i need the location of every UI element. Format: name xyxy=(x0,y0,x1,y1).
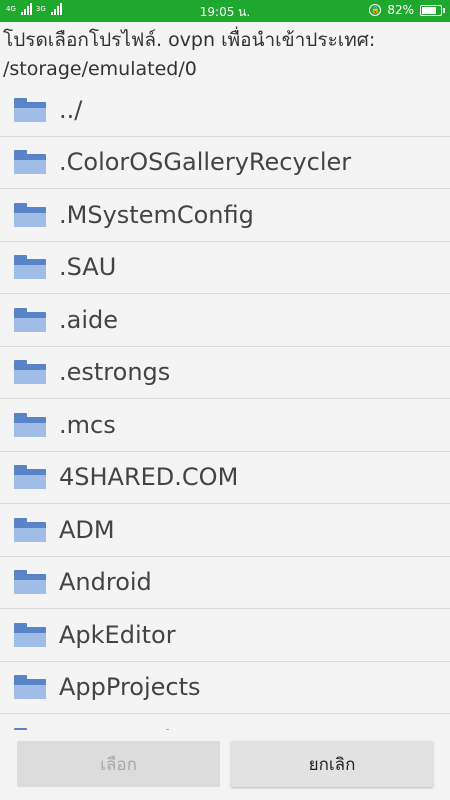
file-list-item[interactable]: .SAU xyxy=(0,242,450,294)
folder-icon xyxy=(14,150,46,175)
file-name: .MSystemConfig xyxy=(59,200,254,229)
file-list-item[interactable]: ApkEditor xyxy=(0,609,450,662)
folder-icon xyxy=(14,517,46,542)
file-name: AppProjects xyxy=(59,673,201,702)
file-name: .estrongs xyxy=(59,358,171,387)
file-list-item[interactable]: .MSystemConfig xyxy=(0,189,450,242)
battery-percent: 82% xyxy=(387,3,414,17)
file-list-item[interactable]: Android xyxy=(0,557,450,609)
folder-icon xyxy=(14,307,46,332)
folder-icon xyxy=(14,360,46,385)
file-name: .ColorOSGalleryRecycler xyxy=(59,148,352,177)
folder-icon xyxy=(14,570,46,595)
file-list-item[interactable]: .aide xyxy=(0,294,450,347)
file-list-item[interactable]: .mcs xyxy=(0,399,450,452)
battery-icon xyxy=(420,4,445,16)
folder-icon xyxy=(14,675,46,700)
select-button[interactable]: เลือก xyxy=(17,741,220,787)
folder-icon xyxy=(14,97,46,122)
file-name: ADM xyxy=(59,515,115,544)
file-list-item[interactable]: AzRecorderFree xyxy=(0,714,450,730)
file-list-item[interactable]: .estrongs xyxy=(0,347,450,399)
file-list-item[interactable]: .ColorOSGalleryRecycler xyxy=(0,137,450,189)
file-name: ../ xyxy=(59,95,83,124)
folder-icon xyxy=(14,255,46,280)
folder-icon xyxy=(14,202,46,227)
file-name: 4SHARED.COM xyxy=(59,463,239,492)
file-name: ApkEditor xyxy=(59,620,176,649)
file-name: .SAU xyxy=(59,253,117,282)
file-name: Android xyxy=(59,568,152,597)
folder-icon xyxy=(14,622,46,647)
button-bar: เลือก ยกเลิก xyxy=(0,730,450,800)
file-list-item[interactable]: ADM xyxy=(0,504,450,557)
status-right: 🔒 82% xyxy=(369,3,445,17)
folder-icon xyxy=(14,465,46,490)
rotation-lock-icon: 🔒 xyxy=(369,4,382,16)
battery-fill xyxy=(422,6,436,14)
file-list-item[interactable]: ../ xyxy=(0,84,450,137)
file-name: .aide xyxy=(59,305,119,334)
dialog-title: โปรดเลือกโปรไฟล์. ovpn เพื่อนำเข้าประเทศ… xyxy=(3,29,376,80)
status-bar: 4G 3G 19:05 น. 🔒 82% xyxy=(0,0,450,22)
file-list[interactable]: ../ .ColorOSGalleryRecycler .MSystemConfig… xyxy=(0,84,450,730)
file-list-item[interactable]: 4SHARED.COM xyxy=(0,452,450,504)
folder-icon xyxy=(14,412,46,437)
cancel-button[interactable]: ยกเลิก xyxy=(231,741,433,787)
file-name: .mcs xyxy=(59,410,116,439)
file-list-item[interactable]: AppProjects xyxy=(0,662,450,714)
